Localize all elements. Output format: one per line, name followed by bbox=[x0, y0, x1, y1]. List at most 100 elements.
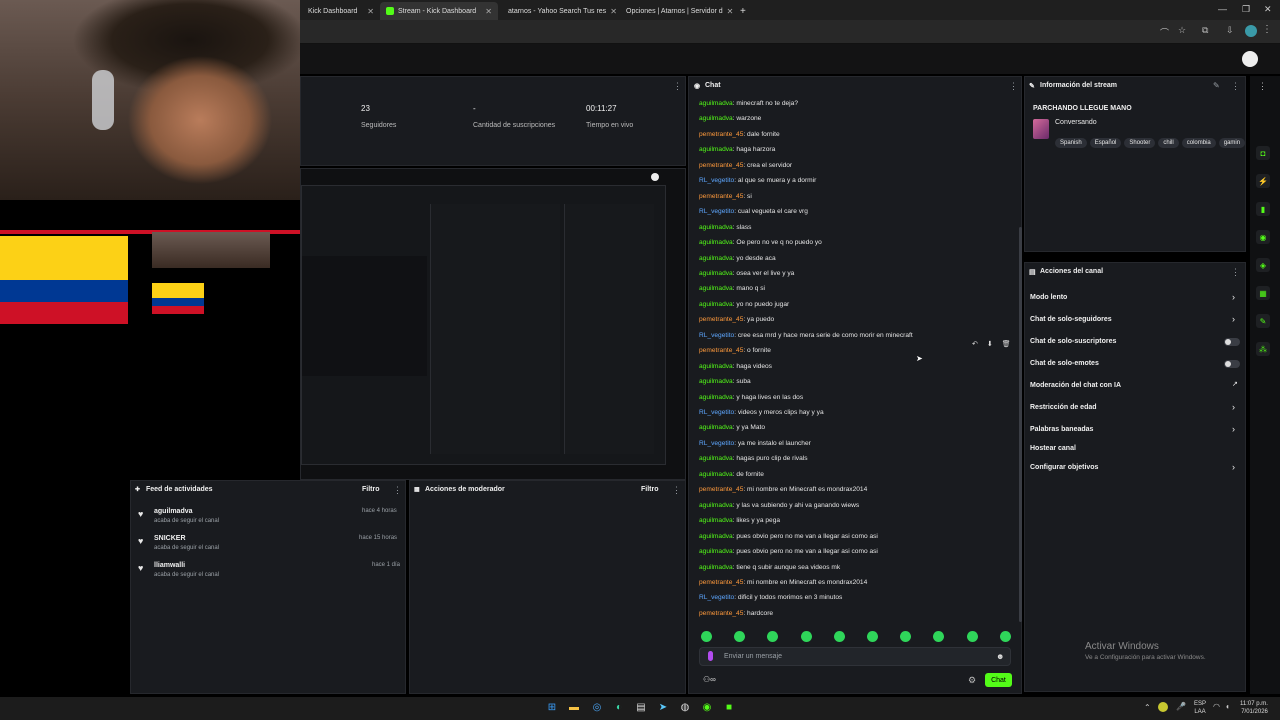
action-ai-moderation[interactable]: Moderación del chat con IA bbox=[1030, 382, 1121, 389]
chat-bubble-icon[interactable]: ◉ bbox=[1256, 230, 1270, 244]
address-bar[interactable]: ⌒ ☆ ⧉ ⇩ ⋮ bbox=[300, 20, 1280, 44]
chat-username[interactable]: pemetrante_45 bbox=[699, 316, 743, 323]
tray-app-icon[interactable] bbox=[1158, 702, 1168, 712]
more-icon[interactable]: ⋮ bbox=[393, 485, 402, 496]
new-tab-button[interactable]: + bbox=[734, 2, 750, 20]
tab-yahoo-search[interactable]: atarnos - Yahoo Search Tus res ✕ bbox=[498, 2, 617, 20]
tray-chevron-icon[interactable]: ⌃ bbox=[1144, 703, 1151, 712]
menu-icon[interactable]: ⋮ bbox=[1262, 24, 1272, 35]
clock[interactable]: 11:07 p.m. 7/01/2026 bbox=[1240, 700, 1268, 716]
chat-username[interactable]: aguilmadva bbox=[699, 548, 733, 555]
telegram-icon[interactable]: ➤ bbox=[656, 700, 670, 714]
chat-scrollbar[interactable] bbox=[1019, 227, 1022, 622]
chat-username[interactable]: aguilmadva bbox=[699, 146, 733, 153]
profile-avatar[interactable] bbox=[1245, 25, 1257, 37]
emote-icon[interactable] bbox=[867, 631, 878, 642]
edit-icon[interactable]: ✎ bbox=[1213, 81, 1220, 90]
chat-username[interactable]: aguilmadva bbox=[699, 424, 733, 431]
close-icon[interactable]: ✕ bbox=[485, 7, 492, 16]
chat-username[interactable]: pemetrante_45 bbox=[699, 610, 743, 617]
chrome-alt-icon[interactable]: ◉ bbox=[700, 700, 714, 714]
app-icon[interactable]: ◍ bbox=[678, 700, 692, 714]
chevron-right-icon[interactable]: › bbox=[1232, 314, 1235, 324]
chat-username[interactable]: aguilmadva bbox=[699, 502, 733, 509]
feed-user[interactable]: SNICKER bbox=[154, 535, 186, 542]
chat-username[interactable]: pemetrante_45 bbox=[699, 162, 743, 169]
chat-username[interactable]: pemetrante_45 bbox=[699, 579, 743, 586]
send-chat-button[interactable]: Chat bbox=[985, 673, 1012, 687]
user-avatar[interactable] bbox=[1242, 51, 1258, 67]
more-icon[interactable]: ⋮ bbox=[1231, 267, 1240, 278]
chat-username[interactable]: aguilmadva bbox=[699, 115, 733, 122]
wifi-icon[interactable]: ◠ bbox=[1213, 702, 1220, 711]
grid-icon[interactable]: ▦ bbox=[1256, 286, 1270, 300]
emote-icon[interactable] bbox=[800, 631, 812, 642]
chat-username[interactable]: RL_vegetito bbox=[699, 208, 734, 215]
chevron-right-icon[interactable]: › bbox=[1232, 424, 1235, 434]
emote-icon[interactable] bbox=[701, 631, 712, 642]
more-icon[interactable]: ⋮ bbox=[673, 81, 682, 92]
action-followers-only[interactable]: Chat de solo-seguidores bbox=[1030, 316, 1112, 323]
close-icon[interactable]: ✕ bbox=[727, 7, 734, 16]
star-icon[interactable]: ☆ bbox=[1178, 25, 1186, 36]
chat-username[interactable]: aguilmadva bbox=[699, 378, 733, 385]
calculator-icon[interactable]: ▤ bbox=[634, 700, 648, 714]
chat-username[interactable]: pemetrante_45 bbox=[699, 131, 743, 138]
download-icon[interactable]: ⇩ bbox=[1226, 25, 1234, 36]
incognito-icon[interactable]: ⌒ bbox=[1160, 26, 1169, 39]
chevron-right-icon[interactable]: › bbox=[1232, 292, 1235, 302]
chat-username[interactable]: aguilmadva bbox=[699, 285, 733, 292]
chat-username[interactable]: aguilmadva bbox=[699, 394, 733, 401]
chat-username[interactable]: RL_vegetito bbox=[699, 440, 734, 447]
close-window-icon[interactable]: ✕ bbox=[1264, 4, 1272, 15]
action-slow-mode[interactable]: Modo lento bbox=[1030, 294, 1067, 301]
action-host-channel[interactable]: Hostear canal bbox=[1030, 445, 1076, 452]
chat-username[interactable]: RL_vegetito bbox=[699, 594, 734, 601]
chat-username[interactable]: aguilmadva bbox=[699, 455, 733, 462]
chat-username[interactable]: aguilmadva bbox=[699, 533, 733, 540]
emotes-only-toggle[interactable] bbox=[1224, 360, 1240, 368]
tab-kick-dashboard[interactable]: Kick Dashboard ✕ bbox=[302, 2, 380, 20]
chat-username[interactable]: RL_vegetito bbox=[699, 332, 734, 339]
lightning-icon[interactable]: ⚡ bbox=[1256, 174, 1270, 188]
clipboard-icon[interactable]: ▮ bbox=[1256, 202, 1270, 216]
audio-icon[interactable]: ◈ bbox=[1256, 258, 1270, 272]
multistream-icon[interactable]: ◘ bbox=[1256, 146, 1270, 160]
chat-username[interactable]: aguilmadva bbox=[699, 564, 733, 571]
action-subs-only[interactable]: Chat de solo-suscriptores bbox=[1030, 338, 1116, 345]
mic-tray-icon[interactable]: 🎤 bbox=[1176, 702, 1186, 711]
emote-icon[interactable] bbox=[999, 631, 1011, 642]
chat-username[interactable]: aguilmadva bbox=[699, 363, 733, 370]
settings-icon[interactable]: ⚙ bbox=[968, 675, 976, 686]
chat-input[interactable]: Enviar un mensaje ☻ bbox=[699, 647, 1011, 666]
file-explorer-icon[interactable]: ▬ bbox=[567, 700, 581, 714]
chat-username[interactable]: aguilmadva bbox=[699, 239, 733, 246]
chat-username[interactable]: aguilmadva bbox=[699, 270, 733, 277]
chat-username[interactable]: aguilmadva bbox=[699, 471, 733, 478]
tab-atarnos-options[interactable]: Opciones | Atarnos | Servidor d ✕ bbox=[616, 2, 734, 20]
tab-stream-dashboard[interactable]: Stream - Kick Dashboard ✕ bbox=[380, 2, 498, 20]
chat-username[interactable]: pemetrante_45 bbox=[699, 193, 743, 200]
action-banned-words[interactable]: Palabras baneadas bbox=[1030, 426, 1093, 433]
chat-username[interactable]: aguilmadva bbox=[699, 517, 733, 524]
chat-username[interactable]: pemetrante_45 bbox=[699, 347, 743, 354]
chat-tools-icon[interactable]: ⚇∞ bbox=[703, 675, 716, 684]
chat-username[interactable]: aguilmadva bbox=[699, 301, 733, 308]
mod-filter-button[interactable]: Filtro bbox=[641, 486, 659, 493]
chat-username[interactable]: pemetrante_45 bbox=[699, 486, 743, 493]
feed-user[interactable]: aguilmadva bbox=[154, 508, 193, 515]
emote-icon[interactable] bbox=[833, 631, 845, 642]
language-indicator[interactable]: ESP LAA bbox=[1194, 700, 1206, 716]
chat-username[interactable]: aguilmadva bbox=[699, 100, 733, 107]
maximize-icon[interactable]: ❐ bbox=[1242, 4, 1250, 15]
emote-icon[interactable] bbox=[966, 631, 978, 642]
chat-username[interactable]: aguilmadva bbox=[699, 255, 733, 262]
action-configure-goals[interactable]: Configurar objetivos bbox=[1030, 464, 1098, 471]
delete-icon[interactable]: 🗑 bbox=[1002, 340, 1011, 348]
more-icon[interactable]: ⋮ bbox=[1009, 81, 1018, 92]
feed-user[interactable]: lliamwalli bbox=[154, 562, 185, 569]
more-icon[interactable]: ⋮ bbox=[1231, 81, 1240, 92]
feed-filter-button[interactable]: Filtro bbox=[362, 486, 380, 493]
pin-icon[interactable]: ⬇ bbox=[987, 340, 993, 348]
close-icon[interactable]: ✕ bbox=[367, 7, 374, 16]
